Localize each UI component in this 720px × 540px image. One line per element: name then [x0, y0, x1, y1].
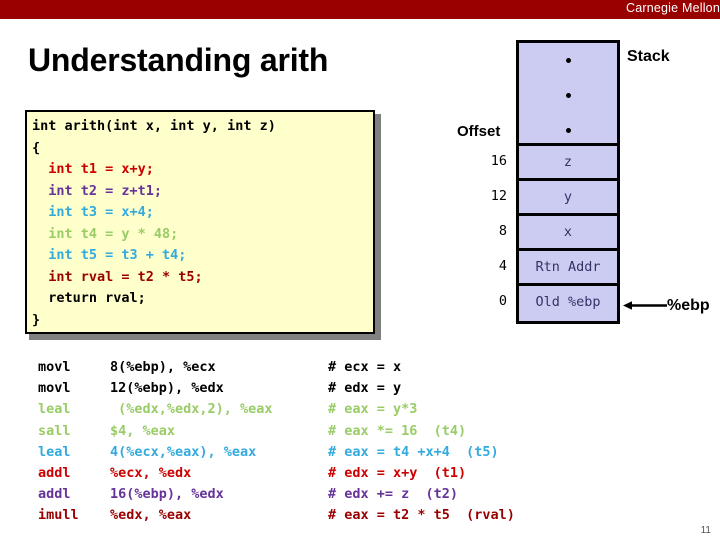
assembly-listing: movl 8(%ebp), %ecx # ecx = x movl 12(%ebp), …	[38, 357, 515, 527]
assembly-row: leal 4(%ecx,%eax), %eax # eax = t4 +x+4 (t…	[38, 442, 515, 463]
assembly-opcode: leal	[38, 443, 71, 460]
code-line: int t5 = t3 + t4;	[32, 247, 187, 263]
c-source-code-box: int arith(int x, int y, int z) { int t1 =…	[25, 110, 375, 334]
assembly-comment: # eax *= 16 (t4)	[328, 422, 467, 439]
stack-offset-value: 16	[490, 153, 507, 169]
assembly-row: imull %edx, %eax # eax = t2 * t5 (rval)	[38, 505, 515, 526]
code-line: return rval;	[32, 290, 146, 306]
assembly-opcode: movl	[38, 380, 71, 397]
top-banner: Carnegie Mellon	[0, 0, 720, 19]
assembly-operands: %ecx, %edx	[110, 464, 192, 481]
stack-cell: Rtn Addr	[519, 251, 617, 283]
stack-ellipsis-dot	[565, 128, 571, 133]
assembly-opcode: movl	[38, 359, 71, 375]
assembly-comment: # edx = x+y (t1)	[328, 464, 467, 481]
code-line: int t2 = z+t1;	[32, 182, 163, 199]
page-title: Understanding arith	[28, 42, 329, 78]
slide-page-number: 11	[700, 525, 711, 536]
c-source-code-lines: int arith(int x, int y, int z) { int t1 =…	[32, 116, 276, 331]
assembly-operands: 8(%ebp), %ecx	[110, 359, 216, 375]
assembly-comment: # eax = t2 * t5 (rval)	[328, 507, 515, 524]
assembly-comment: # edx += z (t2)	[328, 486, 459, 503]
assembly-row: addl %ecx, %edx # edx = x+y (t1)	[38, 463, 515, 484]
assembly-row: movl 12(%ebp), %edx # edx = y	[38, 378, 515, 399]
stack-cell: Old %ebp	[519, 286, 617, 318]
assembly-comment: # ecx = x	[328, 359, 402, 375]
code-line: int t1 = x+y;	[32, 161, 154, 177]
assembly-row: movl 8(%ebp), %ecx # ecx = x	[38, 357, 515, 378]
ebp-pointer-label: %ebp	[667, 297, 710, 314]
stack-ellipsis-dot	[565, 93, 571, 98]
assembly-operands: $4, %eax	[110, 422, 176, 439]
assembly-comment: # edx = y	[328, 380, 402, 397]
code-line: }	[32, 311, 41, 328]
assembly-operands: 4(%ecx,%eax), %eax	[110, 443, 257, 460]
code-line: int rval = t2 * t5;	[32, 268, 203, 285]
offset-column-header: Offset	[457, 123, 501, 140]
stack-cell: z	[519, 146, 617, 178]
ebp-pointer-arrow	[623, 301, 667, 310]
assembly-comment: # eax = y*3	[328, 401, 418, 418]
assembly-opcode: leal	[38, 401, 71, 418]
assembly-comment: # eax = t4 +x+4 (t5)	[328, 443, 499, 460]
assembly-operands: (%edx,%edx,2), %eax	[110, 401, 273, 418]
stack-title-label: Stack	[627, 48, 670, 65]
institution-label: Carnegie Mellon	[625, 1, 720, 15]
code-line: int t3 = x+4;	[32, 204, 154, 220]
code-line: int t4 = y * 48;	[32, 225, 179, 242]
code-line: {	[32, 139, 41, 156]
stack-ellipsis-dot	[565, 58, 571, 63]
assembly-operands: 12(%ebp), %edx	[110, 380, 224, 397]
assembly-opcode: addl	[38, 486, 71, 503]
assembly-opcode: addl	[38, 464, 71, 481]
code-line: int arith(int x, int y, int z)	[32, 118, 276, 134]
stack-offset-value: 8	[498, 223, 507, 239]
assembly-operands: %edx, %eax	[110, 507, 192, 524]
assembly-row: addl 16(%ebp), %edx # edx += z (t2)	[38, 484, 515, 505]
assembly-opcode: sall	[38, 422, 71, 439]
stack-offset-value: 0	[498, 293, 507, 309]
assembly-row: leal (%edx,%edx,2), %eax # eax = y*3	[38, 399, 515, 420]
assembly-opcode: imull	[38, 507, 79, 524]
stack-cell: x	[519, 216, 617, 248]
assembly-operands: 16(%ebp), %edx	[110, 486, 224, 503]
stack-offset-value: 4	[498, 258, 507, 274]
assembly-row: sall $4, %eax # eax *= 16 (t4)	[38, 421, 515, 442]
stack-cell: y	[519, 181, 617, 213]
stack-offset-value: 12	[490, 188, 507, 204]
